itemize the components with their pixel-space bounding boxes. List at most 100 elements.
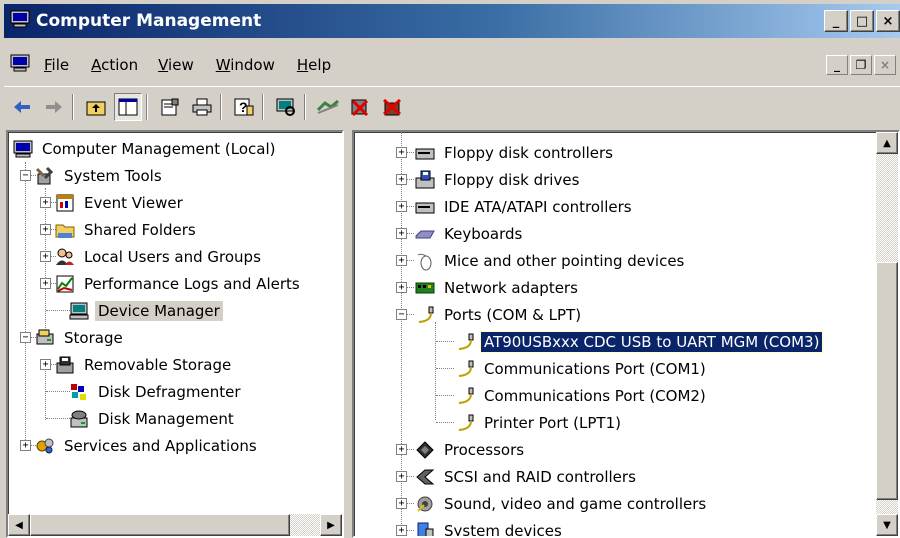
tree-item-local-users[interactable]: Local Users and Groups [54,244,264,270]
back-button[interactable] [8,93,36,121]
local-users-expander[interactable]: + [40,251,51,262]
scroll-down-button[interactable]: ▼ [876,514,898,536]
tree-item-label: Computer Management (Local) [42,140,276,158]
scroll-left-button[interactable]: ◀ [8,514,30,536]
storage-expander[interactable]: − [20,332,31,343]
device-category-sound[interactable]: Sound, video and game controllers [414,491,709,517]
tree-item-label: Event Viewer [84,194,183,212]
device-category-ports[interactable]: Ports (COM & LPT) [414,302,584,328]
removable-storage-icon [54,354,76,376]
services-apps-expander[interactable]: + [20,440,31,451]
help-button[interactable]: ? [230,93,258,121]
network-adapter-icon [414,277,436,299]
minimize-icon: _ [832,13,840,29]
tree-item-removable-storage[interactable]: Removable Storage [54,352,234,378]
scroll-right-button[interactable]: ▶ [320,514,342,536]
port-connector-icon [454,385,476,407]
device-item-com2[interactable]: Communications Port (COM2) [454,383,709,409]
shared-folder-icon [54,219,76,241]
forward-button[interactable] [40,93,68,121]
close-button[interactable]: × [876,10,900,32]
tree-item-storage[interactable]: Storage [34,325,126,351]
mdi-restore-button[interactable]: ❐ [850,55,872,75]
device-item-label: AT90USBxxx CDC USB to UART MGM (COM3) [479,331,824,353]
minimize-icon: _ [834,58,840,72]
tree-item-shared-folders[interactable]: Shared Folders [54,217,199,243]
vertical-scroll-thumb[interactable] [876,262,898,500]
tree-item-event-viewer[interactable]: Event Viewer [54,190,186,216]
system-devices-expander[interactable]: + [396,525,407,536]
processors-expander[interactable]: + [396,444,407,455]
print-button[interactable] [188,93,216,121]
device-category-system-devices[interactable]: System devices [414,518,565,536]
device-category-network-adapters[interactable]: Network adapters [414,275,581,301]
scroll-up-button[interactable]: ▲ [876,132,898,154]
device-category-label: Floppy disk controllers [444,144,613,162]
floppy-controllers-expander[interactable]: + [396,147,407,158]
device-category-keyboards[interactable]: Keyboards [414,221,525,247]
tree-item-device-manager[interactable]: Device Manager [68,298,223,324]
system-tools-expander[interactable]: − [20,170,31,181]
shared-folders-expander[interactable]: + [40,224,51,235]
vertical-scrollbar[interactable]: ▲ ▼ [876,132,898,536]
floppy-drives-expander[interactable]: + [396,174,407,185]
perf-logs-expander[interactable]: + [40,278,51,289]
window-title: Computer Management [36,11,262,31]
show-hide-tree-button[interactable] [114,92,142,121]
properties-button[interactable] [156,93,184,121]
menu-view[interactable]: View [158,56,194,74]
update-driver-button[interactable] [314,93,342,121]
menu-file[interactable]: File [44,56,69,74]
port-connector-icon [454,412,476,434]
device-category-label: Mice and other pointing devices [444,252,685,270]
device-category-mice[interactable]: Mice and other pointing devices [414,248,687,274]
device-category-ide[interactable]: IDE ATA/ATAPI controllers [414,194,635,220]
tree-item-services-applications[interactable]: Services and Applications [34,433,260,459]
device-tree-pane[interactable]: + + + + + + − + + + + Floppy disk contro… [352,130,900,538]
scsi-expander[interactable]: + [396,471,407,482]
device-category-floppy-controllers[interactable]: Floppy disk controllers [414,140,616,166]
sound-expander[interactable]: + [396,498,407,509]
title-bar[interactable]: Computer Management _ □ × [4,4,900,38]
mdi-minimize-button[interactable]: _ [826,55,848,75]
tree-item-system-tools[interactable]: System Tools [34,163,165,189]
uninstall-device-button[interactable] [378,93,406,121]
horizontal-scroll-thumb[interactable] [30,514,290,536]
keyboards-expander[interactable]: + [396,228,407,239]
console-tree-pane[interactable]: − + + + + − + + Computer Management (Loc… [6,130,344,538]
ports-expander[interactable]: − [396,309,407,320]
scan-hardware-icon [276,98,295,116]
disable-device-button[interactable] [346,93,374,121]
keyboard-icon [414,223,436,245]
ide-controllers-expander[interactable]: + [396,201,407,212]
maximize-button[interactable]: □ [850,10,874,32]
mdi-close-button[interactable]: × [874,55,896,75]
removable-storage-expander[interactable]: + [40,359,51,370]
device-category-processors[interactable]: Processors [414,437,527,463]
network-adapters-expander[interactable]: + [396,282,407,293]
horizontal-scrollbar[interactable]: ◀ ▶ [8,514,342,536]
event-viewer-expander[interactable]: + [40,197,51,208]
tree-item-disk-management[interactable]: Disk Management [68,406,237,432]
tree-item-label: Local Users and Groups [84,248,261,266]
tree-item-disk-defragmenter[interactable]: Disk Defragmenter [68,379,244,405]
device-item-com1[interactable]: Communications Port (COM1) [454,356,709,382]
mice-expander[interactable]: + [396,255,407,266]
scan-hardware-button[interactable] [272,93,300,121]
back-arrow-icon [14,100,30,113]
arrow-up-icon: ▲ [883,137,891,149]
tree-item-computer-management[interactable]: Computer Management (Local) [12,136,279,162]
device-category-label: Floppy disk drives [444,171,580,189]
device-category-scsi[interactable]: SCSI and RAID controllers [414,464,639,490]
menu-window[interactable]: Window [216,56,275,74]
device-item-at90usb-com3[interactable]: AT90USBxxx CDC USB to UART MGM (COM3) [454,329,824,355]
forward-arrow-icon [46,100,62,113]
device-category-floppy-drives[interactable]: Floppy disk drives [414,167,582,193]
device-item-lpt1[interactable]: Printer Port (LPT1) [454,410,624,436]
menu-help[interactable]: Help [297,56,331,74]
minimize-button[interactable]: _ [824,10,848,32]
up-one-level-button[interactable] [82,93,110,121]
services-applications-icon [34,435,56,457]
tree-item-performance-logs[interactable]: Performance Logs and Alerts [54,271,303,297]
menu-action[interactable]: Action [91,56,138,74]
